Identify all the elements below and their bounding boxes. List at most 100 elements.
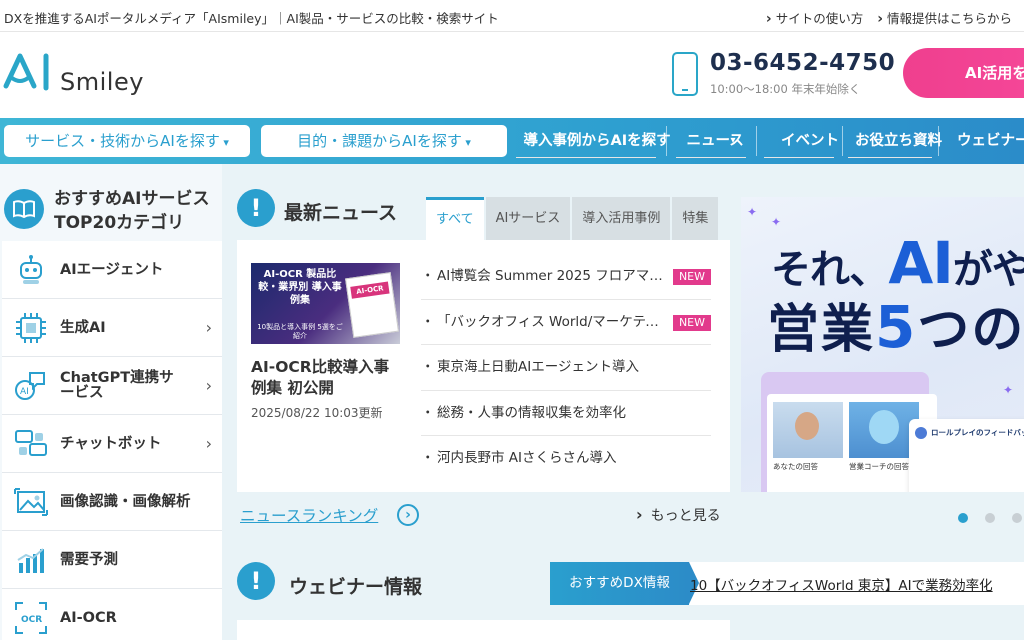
nav-resources[interactable]: お役立ち資料 bbox=[848, 124, 942, 158]
news-item-title: 「バックオフィス World/マーケティング bbox=[437, 313, 667, 330]
nav-news[interactable]: ニュース ▾ bbox=[676, 124, 746, 158]
exclamation-icon: ! bbox=[237, 189, 275, 227]
sidebar-item[interactable]: チャットボット › bbox=[2, 415, 222, 473]
sidebar-item[interactable]: AIエージェント bbox=[2, 241, 222, 299]
nav-divider bbox=[842, 126, 843, 156]
sidebar-item[interactable]: 需要予測 bbox=[2, 531, 222, 589]
sidebar-heading: おすすめAIサービス TOP20カテゴリ bbox=[4, 184, 220, 234]
main-nav: サービス・技術からAIを探す 目的・課題からAIを探す 導入事例からAIを探す▾… bbox=[0, 118, 1024, 164]
bullet-icon: ・ bbox=[421, 359, 435, 375]
sidebar-item[interactable]: 画像認識・画像解析 bbox=[2, 473, 222, 531]
person-photo bbox=[773, 402, 843, 458]
chevron-right-icon: › bbox=[205, 376, 212, 395]
news-item-title: 総務・人事の情報収集を効率化 bbox=[437, 404, 626, 421]
news-section-title: 最新ニュース bbox=[284, 202, 398, 224]
info-submit-link[interactable]: 情報提供はこちらから bbox=[877, 8, 1012, 27]
svg-text:AI: AI bbox=[20, 387, 29, 397]
nav-divider bbox=[666, 126, 667, 156]
sidebar-item-label: 生成AI bbox=[60, 319, 106, 336]
nav-divider bbox=[938, 126, 939, 156]
tab-all[interactable]: すべて bbox=[426, 197, 484, 241]
nav-case-studies[interactable]: 導入事例からAIを探す ▾ bbox=[516, 124, 671, 158]
news-list-item[interactable]: ・東京海上日動AIエージェント導入 bbox=[421, 345, 711, 391]
phone-number: 03-6452-4750 bbox=[710, 50, 896, 76]
sidebar-item-label: ChatGPT連携サービス bbox=[60, 370, 174, 401]
banner-caption-2: 営業コーチの回答 bbox=[849, 462, 909, 471]
news-list-item[interactable]: ・河内長野市 AIさくらさん導入 bbox=[421, 436, 711, 482]
nav-case-studies-label: 導入事例からAIを探す bbox=[523, 132, 671, 149]
carousel-dot[interactable] bbox=[1012, 513, 1022, 523]
banner-caption-1: あなたの回答 bbox=[773, 462, 818, 471]
tab-ai-service[interactable]: AIサービス bbox=[485, 197, 571, 241]
site-header: Smiley 03-6452-4750 10:00〜18:00 年末年始除く A… bbox=[0, 32, 1024, 118]
recommend-label: おすすめDX情報 bbox=[550, 562, 699, 605]
tab-feature[interactable]: 特集 bbox=[672, 197, 719, 241]
news-list-item[interactable]: ・総務・人事の情報収集を効率化 bbox=[421, 391, 711, 436]
banner-line2-c: つの bbox=[917, 300, 1024, 360]
carousel-dots bbox=[958, 513, 1022, 523]
sidebar-item[interactable]: 生成AI › bbox=[2, 299, 222, 357]
chip-icon bbox=[14, 311, 48, 345]
thumbnail-subtitle: 10製品と導入事例 5選をご紹介 bbox=[257, 323, 343, 340]
thumbnail-book: AI-OCR bbox=[345, 272, 399, 338]
image-recognition-icon bbox=[14, 485, 48, 519]
news-list-item[interactable]: ・AI博覧会 Summer 2025 フロアマップ公開 NEW bbox=[421, 254, 711, 300]
category-sidebar: おすすめAIサービス TOP20カテゴリ AIエージェント 生成AI › AI Chat… bbox=[0, 164, 222, 640]
nav-search-by-purpose[interactable]: 目的・課題からAIを探す bbox=[261, 125, 507, 157]
nav-search-by-service[interactable]: サービス・技術からAIを探す bbox=[4, 125, 250, 157]
chat-ai-icon: AI bbox=[14, 369, 48, 403]
arrow-right-circle-icon[interactable]: › bbox=[397, 504, 419, 526]
webinar-section-title: ウェビナー情報 bbox=[289, 576, 423, 598]
top-bar: DXを推進するAIポータルメディア「AIsmiley」｜AI製品・サービスの比較… bbox=[0, 0, 1024, 32]
bullet-icon: ・ bbox=[421, 450, 435, 466]
logo-mark-icon bbox=[3, 53, 49, 91]
chevron-down-icon: ▾ bbox=[730, 134, 736, 146]
carousel-dot[interactable] bbox=[958, 513, 968, 523]
sidebar-item-label: AIエージェント bbox=[60, 261, 164, 278]
ai-consult-button[interactable]: AI活用を bbox=[903, 48, 1024, 98]
smartphone-icon bbox=[672, 52, 698, 96]
featured-thumbnail[interactable]: AI-OCR 製品比較・業界別 導入事例集 10製品と導入事例 5選をご紹介 A… bbox=[251, 263, 400, 344]
nav-webinar-label: ウェビナー bbox=[957, 133, 1024, 149]
news-list-item[interactable]: ・「バックオフィス World/マーケティング NEW bbox=[421, 300, 711, 345]
category-list: AIエージェント 生成AI › AI ChatGPT連携サービス › チャットボット › 画像認… bbox=[2, 241, 222, 640]
feedback-title: ロールプレイのフィードバック bbox=[931, 428, 1024, 437]
svg-text:OCR: OCR bbox=[21, 615, 42, 625]
bar-chart-icon bbox=[14, 543, 48, 577]
news-item-title: AI博覧会 Summer 2025 フロアマップ公開 bbox=[437, 268, 667, 284]
new-badge: NEW bbox=[672, 314, 711, 331]
chevron-down-icon: ▾ bbox=[643, 134, 649, 146]
contact-phone[interactable]: 03-6452-4750 10:00〜18:00 年末年始除く bbox=[672, 50, 902, 100]
sidebar-item-label: AI-OCR bbox=[60, 609, 117, 626]
feedback-panel: ロールプレイのフィードバック bbox=[909, 419, 1024, 492]
ocr-icon: OCR bbox=[14, 601, 48, 635]
carousel-dot[interactable] bbox=[985, 513, 995, 523]
featured-article-title[interactable]: AI-OCR比較導入事例集 初公開 bbox=[251, 357, 401, 399]
sidebar-item[interactable]: AI ChatGPT連携サービス › bbox=[2, 357, 222, 415]
nav-events[interactable]: イベント bbox=[764, 124, 839, 158]
banner-headline-2: 営業5つの bbox=[767, 287, 1024, 362]
news-card: AI-OCR 製品比較・業界別 導入事例集 10製品と導入事例 5選をご紹介 A… bbox=[237, 240, 730, 492]
site-logo[interactable]: Smiley bbox=[2, 48, 162, 98]
chatbot-icon bbox=[14, 427, 48, 461]
hero-banner[interactable]: ✦ ✦ ✦ それ、AIがや 営業5つの あなたの回答 営業コーチの回答 ロールプ… bbox=[741, 197, 1024, 492]
tab-case-study[interactable]: 導入活用事例 bbox=[572, 197, 671, 241]
nav-webinar[interactable]: ウェビナー bbox=[946, 124, 1024, 158]
sidebar-item-label: チャットボット bbox=[60, 435, 162, 452]
banner-line2-b: 5 bbox=[875, 293, 918, 361]
sidebar-title-line1: おすすめAIサービス bbox=[54, 189, 210, 209]
thumbnail-title: AI-OCR 製品比較・業界別 導入事例集 bbox=[258, 269, 342, 306]
book-icon bbox=[4, 189, 44, 229]
bullet-icon: ・ bbox=[421, 313, 435, 330]
site-guide-link[interactable]: サイトの使い方 bbox=[766, 8, 864, 27]
bullet-icon: ・ bbox=[421, 404, 435, 421]
more-link[interactable]: もっと見る bbox=[636, 505, 721, 525]
webinar-card bbox=[237, 620, 730, 640]
nav-events-label: イベント bbox=[781, 132, 839, 149]
sidebar-item[interactable]: OCR AI-OCR bbox=[2, 589, 222, 640]
recommend-link[interactable]: 10【バックオフィスWorld 東京】AIで業務効率化 bbox=[690, 574, 993, 594]
news-ranking-link[interactable]: ニュースランキング bbox=[240, 504, 378, 526]
thumbnail-book-label: AI-OCR bbox=[350, 281, 390, 299]
site-tagline: DXを推進するAIポータルメディア「AIsmiley」｜AI製品・サービスの比較… bbox=[4, 11, 499, 26]
sidebar-title-line2: TOP20カテゴリ bbox=[54, 213, 185, 233]
